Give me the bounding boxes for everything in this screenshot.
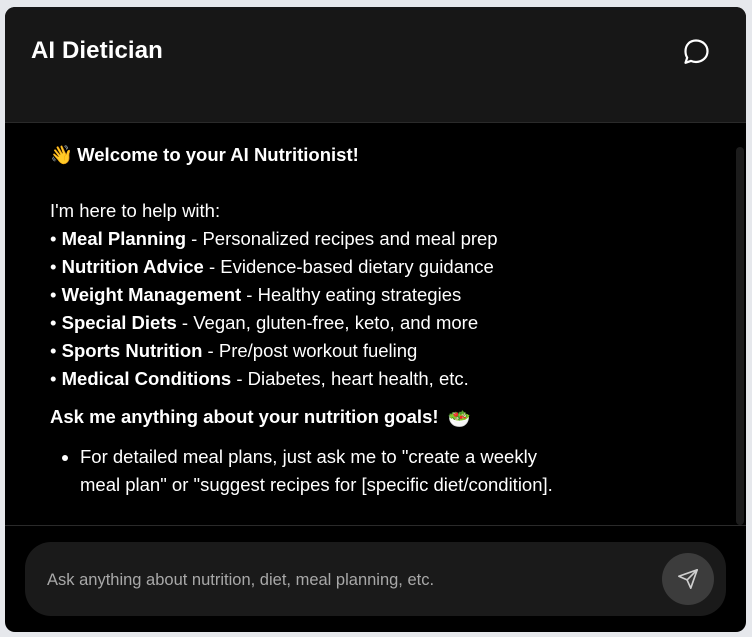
bullet: •: [50, 228, 57, 249]
feature-item: • Special Diets - Vegan, gluten-free, ke…: [50, 309, 670, 337]
feature-name: Sports Nutrition: [61, 340, 203, 361]
welcome-heading: 👋 Welcome to your AI Nutritionist!: [50, 141, 670, 169]
divider: [5, 525, 746, 526]
call-to-action: Ask me anything about your nutrition goa…: [50, 403, 670, 433]
feature-name: Weight Management: [61, 284, 242, 305]
bullet: •: [50, 340, 57, 361]
bullet: •: [50, 312, 57, 333]
feature-desc: - Diabetes, heart health, etc.: [231, 368, 469, 389]
waving-hand-icon: 👋: [50, 144, 74, 165]
header: AI Dietician: [5, 7, 746, 123]
chat-input[interactable]: [45, 564, 649, 596]
feature-item: • Sports Nutrition - Pre/post workout fu…: [50, 337, 670, 365]
cta-text: Ask me anything about your nutrition goa…: [50, 406, 439, 427]
feature-item: • Nutrition Advice - Evidence-based diet…: [50, 253, 670, 281]
feature-desc: - Pre/post workout fueling: [202, 340, 418, 361]
message-area[interactable]: 👋 Welcome to your AI Nutritionist! I'm h…: [5, 123, 746, 525]
feature-name: Special Diets: [61, 312, 177, 333]
assistant-message: 👋 Welcome to your AI Nutritionist! I'm h…: [50, 141, 670, 499]
feature-desc: - Evidence-based dietary guidance: [203, 256, 494, 277]
intro-text: I'm here to help with:: [50, 200, 221, 221]
feature-name: Medical Conditions: [61, 368, 232, 389]
feature-desc: - Healthy eating strategies: [241, 284, 462, 305]
feature-name: Nutrition Advice: [61, 256, 204, 277]
list-item: For detailed meal plans, just ask me to …: [80, 443, 580, 499]
bullet: •: [50, 284, 57, 305]
bullet: •: [50, 368, 57, 389]
feature-item: • Medical Conditions - Diabetes, heart h…: [50, 365, 670, 393]
app-title: AI Dietician: [31, 37, 163, 64]
send-icon: [678, 569, 698, 589]
tips-list: For detailed meal plans, just ask me to …: [50, 443, 670, 499]
chat-window: AI Dietician 👋 Welcome to your AI Nutrit…: [5, 7, 746, 632]
feature-item: • Weight Management - Healthy eating str…: [50, 281, 670, 309]
send-button[interactable]: [662, 553, 714, 605]
welcome-text: Welcome to your AI Nutritionist!: [77, 144, 359, 165]
chat-bubble-icon[interactable]: [681, 37, 711, 67]
salad-icon: 🥗: [447, 408, 471, 429]
bullet: •: [50, 256, 57, 277]
feature-desc: - Vegan, gluten-free, keto, and more: [176, 312, 479, 333]
feature-name: Meal Planning: [61, 228, 187, 249]
feature-desc: - Personalized recipes and meal prep: [186, 228, 498, 249]
input-bar: [25, 542, 726, 616]
feature-item: • Meal Planning - Personalized recipes a…: [50, 225, 670, 253]
scrollbar[interactable]: [736, 147, 744, 525]
